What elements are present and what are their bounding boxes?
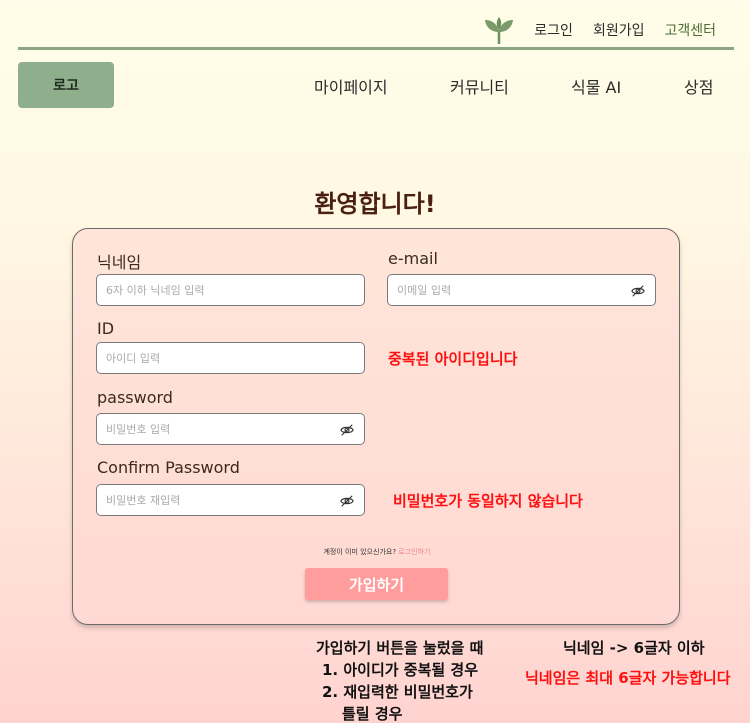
condition-item-2-cont: 틀릴 경우: [342, 705, 403, 723]
id-label: ID: [97, 319, 115, 338]
page-title: 환영합니다!: [314, 190, 436, 218]
email-label: e-mail: [388, 249, 438, 268]
already-account-text: 계정이 이미 있으신가요? 로그인하기: [73, 547, 681, 557]
id-field: [96, 342, 365, 374]
nav-item-shop[interactable]: 상점: [684, 74, 713, 98]
signup-form-card: 닉네임 e-mail ID 중복된 아이디입니다 password Confir…: [72, 228, 680, 625]
signup-link[interactable]: 회원가입: [593, 20, 645, 40]
condition-note: 가입하기 버튼을 눌렀을 때 1. 아이디가 중복될 경우 2. 재입력한 비밀…: [316, 637, 483, 723]
confirm-password-label: Confirm Password: [97, 458, 240, 477]
login-link-small[interactable]: 로그인하기: [398, 548, 430, 556]
confirm-password-input[interactable]: [97, 485, 364, 515]
customer-center-link[interactable]: 고객센터: [664, 20, 716, 40]
sprout-icon: [485, 17, 514, 44]
password-mismatch-error: 비밀번호가 동일하지 않습니다: [393, 492, 583, 510]
nav-item-plant-ai[interactable]: 식물 AI: [571, 74, 621, 98]
eye-slash-icon[interactable]: [340, 494, 354, 508]
nickname-field: [96, 274, 365, 306]
nickname-input[interactable]: [97, 275, 364, 305]
id-input[interactable]: [97, 343, 364, 373]
password-label: password: [97, 388, 173, 407]
confirm-password-field: [96, 484, 365, 516]
nickname-length-error: 닉네임은 최대 6글자 가능합니다: [525, 669, 731, 687]
password-field: [96, 413, 365, 445]
id-duplicate-error: 중복된 아이디입니다: [388, 350, 518, 368]
top-utility-bar: 로그인 회원가입 고객센터: [484, 16, 716, 44]
email-field: [387, 274, 656, 306]
nav-item-mypage[interactable]: 마이페이지: [314, 74, 388, 98]
condition-title: 가입하기 버튼을 눌렀을 때: [316, 639, 484, 657]
condition-item-1: 1. 아이디가 중복될 경우: [322, 661, 479, 679]
main-nav: 마이페이지 커뮤니티 식물 AI 상점: [0, 74, 750, 98]
eye-slash-icon[interactable]: [340, 423, 354, 437]
eye-slash-icon[interactable]: [631, 284, 645, 298]
login-link[interactable]: 로그인: [534, 20, 573, 40]
header-divider: [18, 47, 734, 50]
nickname-label: 닉네임: [97, 253, 142, 272]
nav-item-community[interactable]: 커뮤니티: [450, 74, 509, 98]
email-input[interactable]: [388, 275, 655, 305]
condition-item-2: 2. 재입력한 비밀번호가: [322, 683, 473, 701]
already-account-label: 계정이 이미 있으신가요?: [323, 548, 397, 556]
nickname-rule-note: 닉네임 -> 6글자 이하: [563, 639, 705, 657]
password-input[interactable]: [97, 414, 364, 444]
signup-submit-button[interactable]: 가입하기: [305, 568, 448, 600]
